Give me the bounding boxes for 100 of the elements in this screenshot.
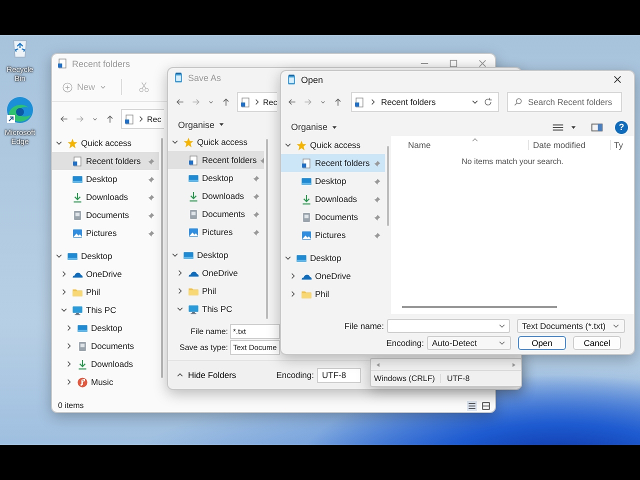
sidebar-item[interactable]: Documents (168, 205, 264, 223)
expand-chevron-icon[interactable] (60, 288, 68, 296)
sidebar-item[interactable]: Phil (168, 282, 264, 300)
download-icon (72, 192, 83, 202)
sidebar-item[interactable]: Downloads (281, 190, 385, 208)
sidebar-item[interactable]: Recent folders (52, 152, 159, 170)
sidebar-item[interactable]: Quick access (52, 134, 159, 152)
sidebar-item[interactable]: Recent folders (281, 154, 385, 172)
chevron-down-icon[interactable] (498, 322, 506, 330)
help-button[interactable]: ? (615, 120, 628, 134)
caret-icon[interactable] (570, 124, 577, 130)
sidebar-item[interactable]: Downloads (52, 188, 159, 206)
expand-chevron-icon[interactable] (284, 141, 292, 149)
sidebar-item[interactable]: Phil (52, 283, 159, 301)
hide-folders-button[interactable]: Hide Folders (176, 370, 236, 380)
preview-pane-icon[interactable] (591, 122, 603, 132)
expand-chevron-icon[interactable] (65, 378, 73, 386)
up-arrow-icon[interactable] (105, 114, 115, 124)
maximize-icon[interactable] (449, 59, 458, 68)
expand-chevron-icon[interactable] (55, 139, 63, 147)
organise-button[interactable]: Organise (289, 121, 340, 133)
close-icon[interactable] (613, 75, 622, 84)
expand-chevron-icon[interactable] (284, 254, 292, 262)
search-field[interactable]: Search Recent folders (507, 92, 622, 112)
horizontal-scrollbar[interactable] (402, 306, 557, 308)
address-bar[interactable]: Rec (121, 109, 164, 129)
sidebar-item[interactable]: Quick access (281, 136, 385, 154)
encoding-dropdown[interactable]: Auto-Detect (427, 336, 511, 350)
picture-icon (188, 226, 199, 238)
notepad-icon (173, 72, 184, 83)
sidebar-item[interactable]: OneDrive (52, 265, 159, 283)
sidebar-item[interactable]: OneDrive (168, 264, 264, 282)
expand-chevron-icon[interactable] (176, 305, 184, 313)
open-button[interactable]: Open (518, 336, 566, 350)
sidebar-item[interactable]: Desktop (168, 169, 264, 187)
back-arrow-icon[interactable] (59, 114, 69, 124)
column-header[interactable]: Date modified (528, 140, 610, 150)
sidebar-item[interactable]: Desktop (281, 249, 385, 267)
download-icon (188, 190, 199, 202)
details-view-icon[interactable] (467, 400, 477, 410)
expand-chevron-icon[interactable] (65, 360, 73, 368)
up-arrow-icon[interactable] (333, 97, 343, 107)
window-title: Save As (188, 72, 222, 82)
up-arrow-icon[interactable] (221, 97, 231, 107)
encoding-dropdown[interactable]: UTF-8 (317, 368, 361, 382)
file-type-dropdown[interactable]: Text Documents (*.txt) (517, 318, 625, 332)
organise-button[interactable]: Organise (176, 118, 227, 130)
sidebar-item[interactable]: Quick access (168, 133, 264, 151)
address-bar[interactable]: Recent folders (351, 92, 499, 112)
expand-chevron-icon[interactable] (65, 342, 73, 350)
expand-chevron-icon[interactable] (60, 270, 68, 278)
expand-chevron-icon[interactable] (55, 252, 63, 260)
desktop-icon (188, 172, 199, 184)
sidebar-item[interactable]: Desktop (281, 172, 385, 190)
breadcrumb-chevron-icon (137, 115, 145, 123)
address-bar[interactable]: Rec (237, 92, 277, 112)
sidebar-item[interactable]: Pictures (281, 226, 385, 244)
expand-chevron-icon[interactable] (176, 287, 184, 295)
sidebar-item[interactable]: Downloads (168, 187, 264, 205)
sidebar-item[interactable]: Phil (281, 285, 385, 303)
column-header[interactable]: Ty (610, 140, 623, 150)
sidebar-item[interactable]: Music (52, 373, 159, 391)
list-view-icon[interactable] (552, 122, 564, 132)
sidebar-item[interactable]: Documents (281, 208, 385, 226)
sidebar-item[interactable]: Desktop (52, 319, 159, 337)
expand-chevron-icon[interactable] (171, 251, 179, 259)
expand-chevron-icon[interactable] (171, 138, 179, 146)
plus-icon (62, 82, 73, 92)
tiles-view-icon[interactable] (481, 400, 491, 410)
browser-icon[interactable] (5, 95, 35, 125)
sidebar-item[interactable]: This PC (168, 300, 264, 318)
caret-icon (218, 121, 225, 128)
folder-icon (72, 286, 83, 298)
sidebar-item[interactable]: Documents (52, 206, 159, 224)
scroll-right-icon[interactable] (511, 362, 517, 368)
sidebar-item[interactable]: Desktop (52, 247, 159, 265)
sidebar-item[interactable]: Downloads (52, 355, 159, 373)
expand-chevron-icon[interactable] (60, 306, 68, 314)
expand-chevron-icon[interactable] (289, 290, 297, 298)
sidebar-item[interactable]: Recent folders (168, 151, 264, 169)
document-icon (188, 208, 199, 220)
sidebar-item[interactable]: Pictures (52, 224, 159, 242)
sidebar-item[interactable]: Desktop (168, 246, 264, 264)
chevron-down-icon[interactable] (471, 98, 479, 106)
sidebar-item[interactable]: Desktop (52, 170, 159, 188)
expand-chevron-icon[interactable] (289, 272, 297, 280)
back-arrow-icon[interactable] (175, 97, 185, 107)
scroll-left-icon[interactable] (375, 362, 381, 368)
sidebar-item[interactable]: OneDrive (281, 267, 385, 285)
caret-icon (99, 83, 108, 91)
cancel-button[interactable]: Cancel (573, 336, 621, 350)
back-arrow-icon[interactable] (287, 97, 297, 107)
file-name-field[interactable] (387, 318, 510, 332)
sidebar-item[interactable]: Documents (52, 337, 159, 355)
column-header[interactable]: Name (391, 140, 528, 150)
sidebar-item[interactable]: This PC (52, 301, 159, 319)
refresh-icon[interactable] (483, 97, 493, 107)
expand-chevron-icon[interactable] (65, 324, 73, 332)
sidebar-item[interactable]: Pictures (168, 223, 264, 241)
expand-chevron-icon[interactable] (176, 269, 184, 277)
